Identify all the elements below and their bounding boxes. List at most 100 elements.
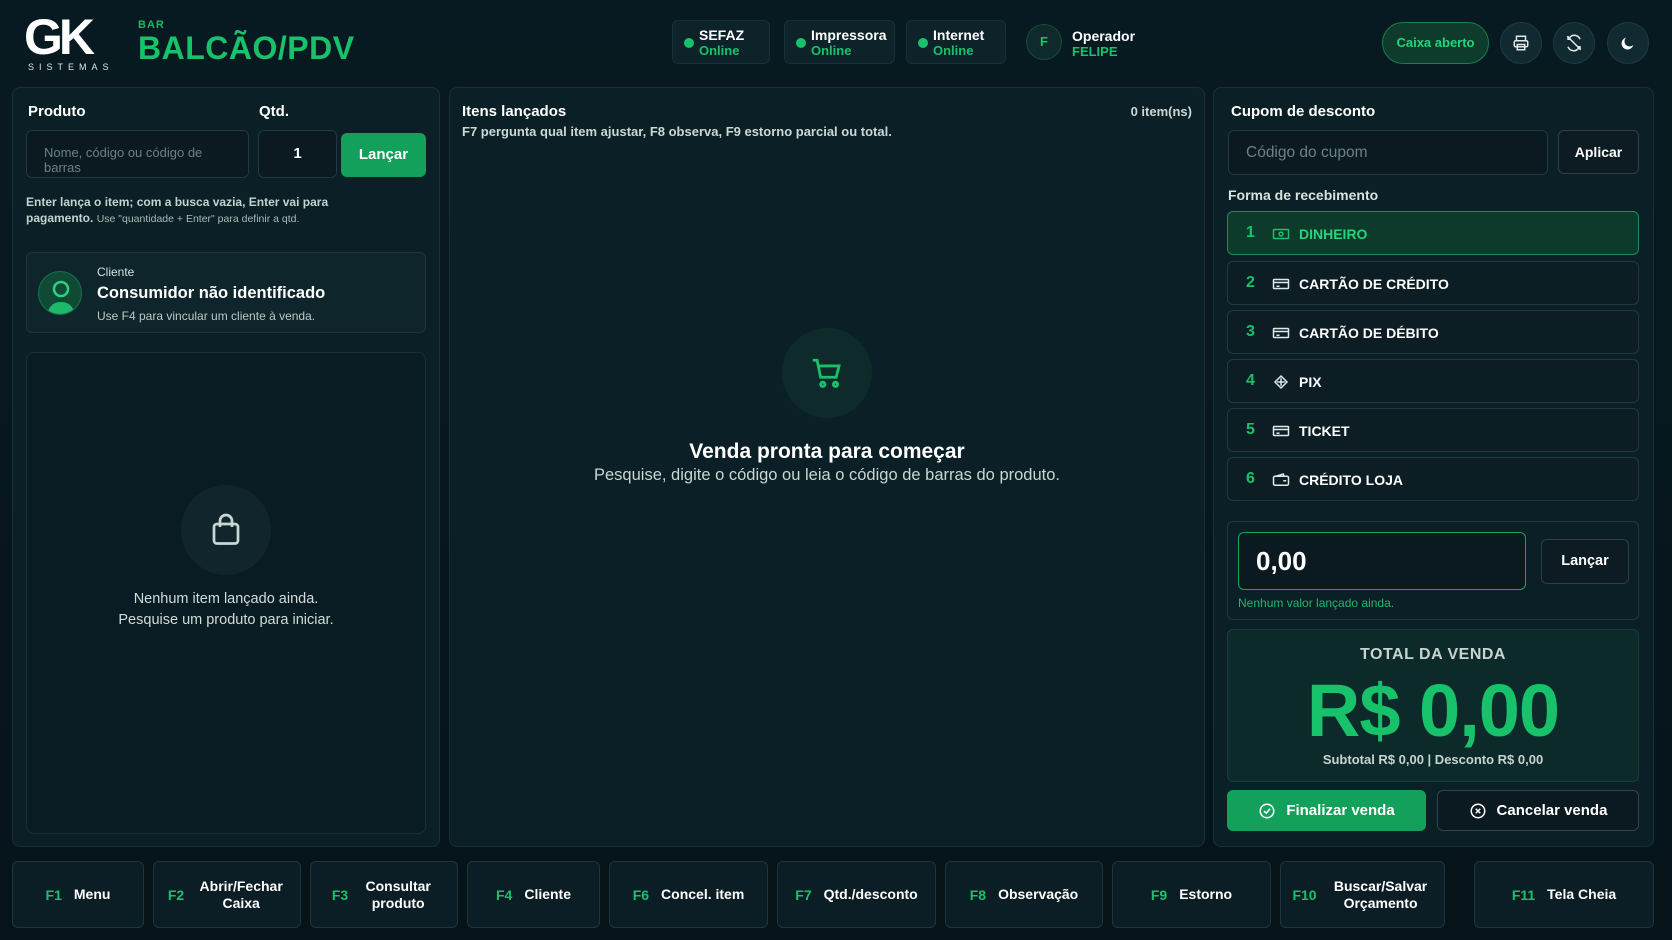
items-empty-title: Venda pronta para começar xyxy=(689,440,965,463)
page-title: BALCÃO/PDV xyxy=(138,30,355,66)
logo-subtitle: SISTEMAS xyxy=(28,62,114,72)
fkey-f3[interactable]: F3 Consultar produto xyxy=(310,861,458,928)
items-subtitle: F7 pergunta qual item ajustar, F8 observ… xyxy=(462,124,892,139)
launch-amount-button[interactable]: Lançar xyxy=(1541,539,1629,584)
amount-input[interactable]: 0,00 xyxy=(1238,532,1526,590)
operator-name: FELIPE xyxy=(1072,44,1118,59)
payment-method-ticket[interactable]: 5 TICKET xyxy=(1227,408,1639,452)
fkey-f7[interactable]: F7 Qtd./desconto xyxy=(777,861,936,928)
sync-button[interactable] xyxy=(1553,22,1595,64)
logo-mark: GK xyxy=(24,9,95,65)
payment-method-store-credit[interactable]: 6 CRÉDITO LOJA xyxy=(1227,457,1639,501)
operator-label: Operador xyxy=(1072,28,1136,44)
payment-label: DINHEIRO xyxy=(1299,226,1368,242)
card-icon xyxy=(1272,278,1290,290)
payment-method-credit[interactable]: 2 CARTÃO DE CRÉDITO xyxy=(1227,261,1639,305)
cash-icon xyxy=(1272,228,1290,240)
finalize-sale-button[interactable]: Finalizar venda xyxy=(1227,790,1426,831)
fkey-label: Abrir/Fechar Caixa xyxy=(199,877,283,911)
fkey-key: F6 xyxy=(632,886,650,903)
product-hint: Enter lança o item; com a busca vazia, E… xyxy=(26,194,356,227)
payment-number: 5 xyxy=(1246,421,1255,438)
fkey-f1[interactable]: F1 Menu xyxy=(12,861,144,928)
pix-icon xyxy=(1273,374,1289,390)
left-empty-line1: Nenhum item lançado ainda. xyxy=(133,591,319,607)
fkey-label: Observação xyxy=(998,886,1079,902)
logo: GK SISTEMAS xyxy=(24,9,114,72)
status-dot xyxy=(918,38,928,48)
cart-preview-empty: Nenhum item lançado ainda. Pesquise um p… xyxy=(26,352,426,834)
amount-box: 0,00 Lançar Nenhum valor lançado ainda. xyxy=(1227,521,1639,620)
status-label: Impressora xyxy=(811,27,887,43)
bag-icon xyxy=(181,485,271,575)
search-placeholder: Nome, código ou código de barras xyxy=(44,145,203,175)
status-value: Online xyxy=(811,43,852,58)
fkey-f8[interactable]: F8 Observação xyxy=(945,861,1103,928)
cancel-sale-button[interactable]: Cancelar venda xyxy=(1437,790,1639,831)
fkey-f4[interactable]: F4 Cliente xyxy=(467,861,600,928)
status-label: Internet xyxy=(933,27,985,43)
payment-title: Forma de recebimento xyxy=(1228,187,1379,203)
fkey-f6[interactable]: F6 Concel. item xyxy=(609,861,768,928)
qty-title: Qtd. xyxy=(259,103,289,120)
fkey-label: Buscar/Salvar Orçamento xyxy=(1333,877,1428,911)
payment-label: PIX xyxy=(1299,374,1322,390)
payment-number: 4 xyxy=(1246,372,1255,389)
client-name: Consumidor não identificado xyxy=(97,284,326,302)
fkey-key: F2 xyxy=(167,886,185,903)
header: GK SISTEMAS BAR BALCÃO/PDV SEFAZ Online … xyxy=(0,0,1672,86)
fkey-label: Concel. item xyxy=(661,886,745,902)
finalize-label: Finalizar venda xyxy=(1286,802,1395,819)
cart-icon xyxy=(782,328,872,418)
fkey-key: F8 xyxy=(969,886,987,903)
fkey-label: Estorno xyxy=(1179,886,1233,902)
payment-label: TICKET xyxy=(1299,423,1350,439)
total-box: TOTAL DA VENDA R$ 0,00 Subtotal R$ 0,00 … xyxy=(1227,629,1639,782)
payment-number: 1 xyxy=(1246,224,1255,241)
card-icon xyxy=(1272,425,1290,437)
fkey-label: Qtd./desconto xyxy=(823,886,918,902)
fkey-f11[interactable]: F11 Tela Cheia xyxy=(1474,861,1654,928)
subtotal-text: Subtotal R$ 0,00 | Desconto R$ 0,00 xyxy=(1322,752,1544,767)
payment-number: 3 xyxy=(1246,323,1255,340)
fkey-key: F9 xyxy=(1150,886,1168,903)
total-value: R$ 0,00 xyxy=(1306,669,1560,752)
coupon-input[interactable]: Código do cupom xyxy=(1228,130,1548,175)
product-title: Produto xyxy=(28,103,86,120)
payment-method-cash[interactable]: 1 DINHEIRO xyxy=(1227,211,1639,255)
payment-label: CRÉDITO LOJA xyxy=(1299,472,1403,488)
theme-toggle-button[interactable] xyxy=(1607,22,1649,64)
payment-number: 2 xyxy=(1246,274,1255,291)
fkey-label: Tela Cheia xyxy=(1547,886,1617,902)
fkey-key: F1 xyxy=(45,886,62,903)
fkey-f9[interactable]: F9 Estorno xyxy=(1112,861,1271,928)
left-empty-line2: Pesquise um produto para iniciar. xyxy=(118,612,334,628)
cancel-label: Cancelar venda xyxy=(1496,802,1608,819)
payment-method-pix[interactable]: 4 PIX xyxy=(1227,359,1639,403)
status-label: SEFAZ xyxy=(699,27,745,43)
fkey-key: F4 xyxy=(495,886,513,903)
payment-label: CARTÃO DE DÉBITO xyxy=(1299,325,1439,341)
payment-label: CARTÃO DE CRÉDITO xyxy=(1299,276,1449,292)
payment-method-debit[interactable]: 3 CARTÃO DE DÉBITO xyxy=(1227,310,1639,354)
status-internet: Internet Online xyxy=(906,20,1006,64)
product-search-input[interactable]: Nome, código ou código de barras xyxy=(26,130,249,178)
fkey-key: F11 xyxy=(1511,886,1536,903)
status-value: Online xyxy=(933,43,974,58)
items-title: Itens lançados xyxy=(462,103,567,120)
payment-number: 6 xyxy=(1246,470,1255,487)
launch-product-button[interactable]: Lançar xyxy=(341,133,426,177)
status-printer: Impressora Online xyxy=(784,20,895,64)
fkey-f10[interactable]: F10 Buscar/Salvar Orçamento xyxy=(1280,861,1445,928)
qty-input[interactable]: 1 xyxy=(258,130,337,178)
fkey-label: Cliente xyxy=(524,886,572,902)
operator-avatar: F xyxy=(1026,24,1062,60)
print-button[interactable] xyxy=(1500,22,1542,64)
caixa-status-button[interactable]: Caixa aberto xyxy=(1382,22,1489,64)
apply-coupon-button[interactable]: Aplicar xyxy=(1558,130,1639,174)
fkey-label: Consultar produto xyxy=(365,877,431,911)
x-circle-icon xyxy=(1470,803,1486,818)
coupon-title: Cupom de desconto xyxy=(1231,103,1376,120)
client-card[interactable]: Cliente Consumidor não identificado Use … xyxy=(26,252,426,333)
fkey-f2[interactable]: F2 Abrir/Fechar Caixa xyxy=(153,861,301,928)
